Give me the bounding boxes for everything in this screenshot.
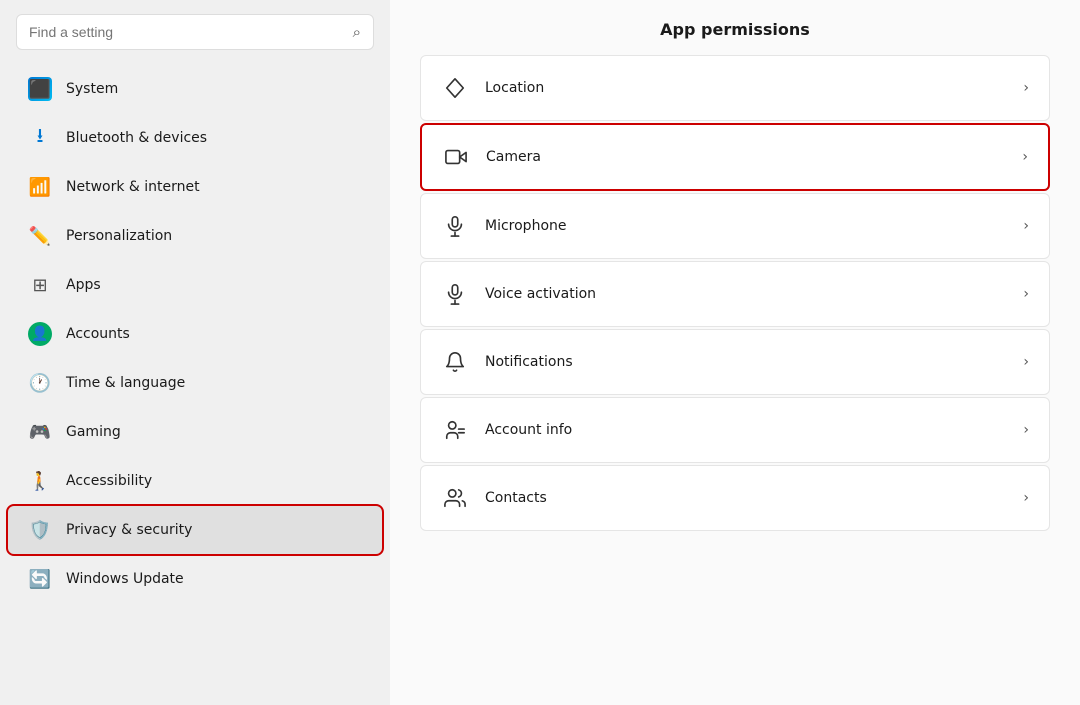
permission-label: Camera xyxy=(486,149,1006,165)
chevron-right-icon: › xyxy=(1023,218,1029,234)
permission-label: Account info xyxy=(485,422,1007,438)
permission-label: Microphone xyxy=(485,218,1007,234)
sidebar-item-label: Time & language xyxy=(66,375,185,391)
sidebar-item-update[interactable]: 🔄 Windows Update xyxy=(8,555,382,603)
sidebar-item-label: Accessibility xyxy=(66,473,152,489)
voice-icon xyxy=(441,280,469,308)
sidebar-item-label: Gaming xyxy=(66,424,121,440)
contacts-icon xyxy=(441,484,469,512)
notifications-icon xyxy=(441,348,469,376)
permission-label: Location xyxy=(485,80,1007,96)
chevron-right-icon: › xyxy=(1023,422,1029,438)
location-icon xyxy=(441,74,469,102)
permission-item-contacts[interactable]: Contacts › xyxy=(420,465,1050,531)
apps-icon: ⊞ xyxy=(28,273,52,297)
sidebar-item-personalization[interactable]: ✏️ Personalization xyxy=(8,212,382,260)
permission-item-camera[interactable]: Camera › xyxy=(420,123,1050,191)
nav-list: ⬛ System ⭳ Bluetooth & devices 📶 Network… xyxy=(0,60,390,608)
sidebar-item-label: Accounts xyxy=(66,326,130,342)
sidebar-item-label: Network & internet xyxy=(66,179,200,195)
personalization-icon: ✏️ xyxy=(28,224,52,248)
search-icon: ⌕ xyxy=(353,23,361,41)
network-icon: 📶 xyxy=(28,175,52,199)
permission-label: Notifications xyxy=(485,354,1007,370)
bluetooth-icon: ⭳ xyxy=(28,126,52,150)
chevron-right-icon: › xyxy=(1022,149,1028,165)
search-input[interactable] xyxy=(29,24,345,40)
microphone-icon xyxy=(441,212,469,240)
chevron-right-icon: › xyxy=(1023,80,1029,96)
camera-icon xyxy=(442,143,470,171)
sidebar-item-bluetooth[interactable]: ⭳ Bluetooth & devices xyxy=(8,114,382,162)
section-title: App permissions xyxy=(420,20,1050,39)
sidebar-item-time[interactable]: 🕐 Time & language xyxy=(8,359,382,407)
sidebar-item-label: Bluetooth & devices xyxy=(66,130,207,146)
chevron-right-icon: › xyxy=(1023,490,1029,506)
gaming-icon: 🎮 xyxy=(28,420,52,444)
accessibility-icon: 🚶 xyxy=(28,469,52,493)
sidebar-item-gaming[interactable]: 🎮 Gaming xyxy=(8,408,382,456)
chevron-right-icon: › xyxy=(1023,286,1029,302)
sidebar-item-accounts[interactable]: 👤 Accounts xyxy=(8,310,382,358)
main-content: App permissions Location › Camera › xyxy=(390,0,1080,705)
sidebar-item-network[interactable]: 📶 Network & internet xyxy=(8,163,382,211)
system-icon: ⬛ xyxy=(28,77,52,101)
permission-label: Contacts xyxy=(485,490,1007,506)
sidebar-item-system[interactable]: ⬛ System xyxy=(8,65,382,113)
permission-item-voice[interactable]: Voice activation › xyxy=(420,261,1050,327)
update-icon: 🔄 xyxy=(28,567,52,591)
sidebar-item-accessibility[interactable]: 🚶 Accessibility xyxy=(8,457,382,505)
accounts-icon: 👤 xyxy=(28,322,52,346)
permission-item-account-info[interactable]: Account info › xyxy=(420,397,1050,463)
sidebar-item-apps[interactable]: ⊞ Apps xyxy=(8,261,382,309)
permission-item-location[interactable]: Location › xyxy=(420,55,1050,121)
account-info-icon xyxy=(441,416,469,444)
sidebar-item-label: Windows Update xyxy=(66,571,184,587)
search-bar[interactable]: ⌕ xyxy=(16,14,374,50)
chevron-right-icon: › xyxy=(1023,354,1029,370)
sidebar-item-label: Personalization xyxy=(66,228,172,244)
sidebar-item-label: Apps xyxy=(66,277,101,293)
permission-item-microphone[interactable]: Microphone › xyxy=(420,193,1050,259)
permission-item-notifications[interactable]: Notifications › xyxy=(420,329,1050,395)
sidebar-item-label: Privacy & security xyxy=(66,522,192,538)
sidebar: ⌕ ⬛ System ⭳ Bluetooth & devices 📶 Netwo… xyxy=(0,0,390,705)
permissions-list: Location › Camera › xyxy=(420,55,1050,531)
permission-label: Voice activation xyxy=(485,286,1007,302)
privacy-icon: 🛡️ xyxy=(28,518,52,542)
time-icon: 🕐 xyxy=(28,371,52,395)
sidebar-item-privacy[interactable]: 🛡️ Privacy & security xyxy=(8,506,382,554)
sidebar-item-label: System xyxy=(66,81,118,97)
